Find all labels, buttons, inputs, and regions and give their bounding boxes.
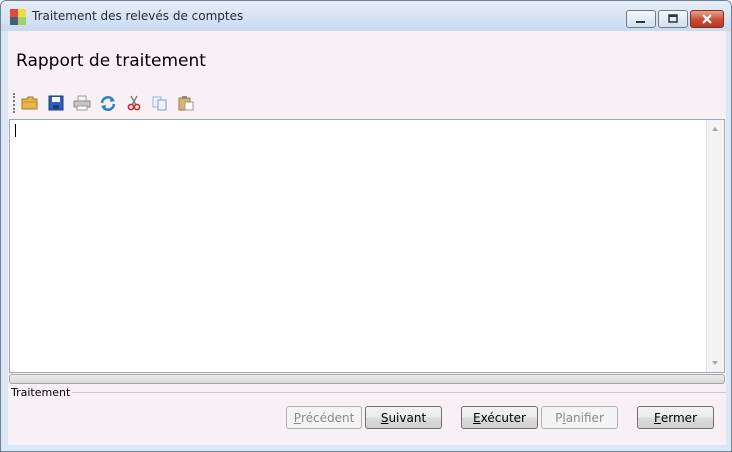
group-label: Traitement	[11, 386, 73, 399]
paste-button[interactable]	[176, 93, 196, 113]
previous-label: récédent	[300, 410, 355, 425]
app-colored-squares-icon	[10, 9, 26, 25]
page-title: Rapport de traitement	[16, 51, 206, 71]
schedule-button[interactable]: Pl anifier	[541, 406, 618, 429]
schedule-label: anifier	[565, 410, 604, 425]
text-caret	[15, 124, 16, 137]
maximize-icon	[668, 14, 678, 23]
cut-button[interactable]	[124, 93, 144, 113]
refresh-button[interactable]	[98, 93, 118, 113]
print-icon	[73, 95, 91, 111]
progress-bar	[9, 374, 725, 384]
paste-icon	[178, 96, 194, 111]
next-label: uivant	[388, 410, 427, 425]
print-button[interactable]	[72, 93, 92, 113]
close-mnemonic: F	[653, 410, 661, 425]
next-mnemonic: S	[380, 410, 389, 425]
execute-mnemonic: E	[473, 410, 481, 425]
app-window: Traitement des relevés de comptes Rappor…	[0, 0, 732, 452]
copy-icon	[152, 96, 167, 111]
save-button[interactable]	[46, 93, 66, 113]
close-label: ermer	[660, 410, 698, 425]
close-window-button[interactable]	[690, 10, 724, 28]
scroll-up-icon[interactable]	[712, 127, 718, 131]
previous-mnemonic: P	[293, 410, 301, 425]
client-area: Rapport de traitement Traitement P récéd…	[8, 31, 726, 445]
execute-label: xécuter	[480, 410, 526, 425]
minimize-icon	[636, 21, 645, 23]
title-bar[interactable]: Traitement des relevés de comptes	[1, 1, 731, 31]
execute-button[interactable]: Exécuter	[461, 406, 538, 429]
window-title: Traitement des relevés de comptes	[32, 9, 244, 23]
scroll-down-icon[interactable]	[712, 361, 718, 365]
vertical-scrollbar[interactable]	[706, 120, 724, 372]
minimize-button[interactable]	[626, 10, 656, 28]
cut-icon	[127, 95, 141, 111]
copy-button[interactable]	[150, 93, 170, 113]
previous-button[interactable]: Précédent	[286, 406, 362, 429]
save-icon	[48, 95, 64, 111]
next-button[interactable]: Suivant	[365, 406, 442, 429]
close-button[interactable]: Fermer	[637, 406, 714, 429]
refresh-icon	[100, 96, 116, 111]
open-folder-icon	[21, 96, 38, 110]
open-button[interactable]	[20, 93, 40, 113]
close-icon	[702, 14, 712, 24]
schedule-prefix: P	[555, 410, 563, 425]
group-divider	[68, 392, 726, 393]
report-text-area[interactable]	[9, 119, 725, 373]
toolbar-grip[interactable]	[13, 93, 16, 113]
maximize-button[interactable]	[658, 10, 688, 28]
